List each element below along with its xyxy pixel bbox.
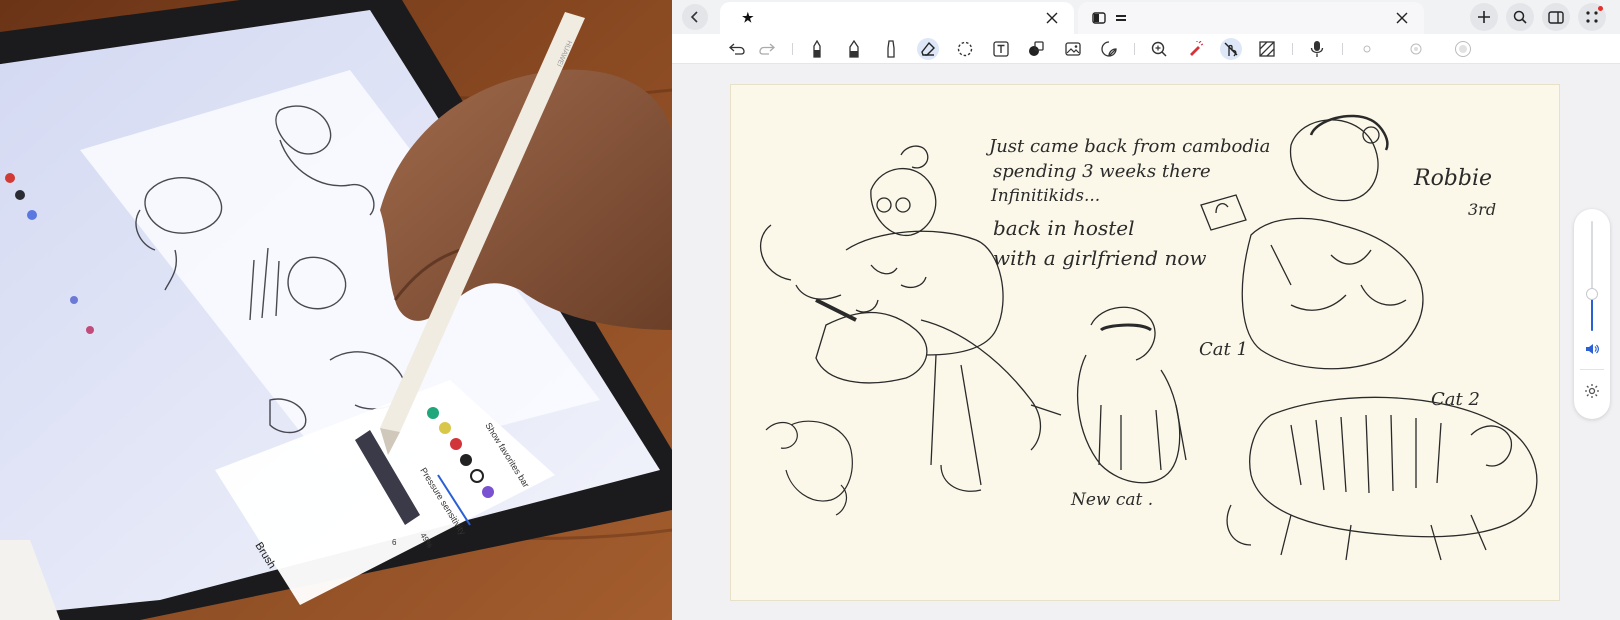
dot-medium-icon	[1410, 43, 1422, 55]
stroke-size-large[interactable]	[1452, 38, 1474, 60]
zoom-icon	[1151, 41, 1167, 57]
fountain-pen-icon	[849, 40, 859, 58]
lasso-tool[interactable]	[954, 38, 976, 60]
image-tool[interactable]	[1062, 38, 1084, 60]
chevron-left-icon	[690, 11, 698, 23]
sidebar-toggle-button[interactable]	[1542, 3, 1570, 31]
note-line-3: Infinitikids...	[990, 186, 1100, 206]
new-tab-button[interactable]	[1470, 3, 1498, 31]
microphone-icon	[1310, 41, 1324, 57]
redo-icon	[759, 43, 775, 55]
dot-small-icon	[1363, 45, 1371, 53]
image-icon	[1065, 42, 1081, 56]
more-options-button[interactable]	[1578, 3, 1606, 31]
redo-button[interactable]	[756, 38, 778, 60]
zoom-tool[interactable]	[1148, 38, 1170, 60]
back-button[interactable]	[682, 4, 708, 30]
list-lines-icon	[1116, 13, 1126, 23]
highlighter-icon	[887, 40, 895, 58]
sketch-new-cat	[765, 420, 853, 516]
sidebar-icon	[1548, 10, 1564, 24]
popup-size-value: 6	[392, 538, 397, 547]
pen-icon	[813, 40, 821, 58]
note-line-5: with a girlfriend now	[993, 246, 1207, 270]
volume-divider	[1580, 369, 1604, 370]
tablet-photo: Brush Pressure sensitivity Show favorite…	[0, 0, 672, 620]
text-box-icon	[993, 41, 1009, 57]
gear-icon	[1585, 384, 1599, 398]
finger-draw-tool[interactable]	[1220, 38, 1242, 60]
dots-grid-icon	[1586, 11, 1598, 23]
toolbar-divider	[1292, 43, 1293, 55]
plus-icon	[1478, 11, 1490, 23]
toolbar-divider	[1134, 43, 1135, 55]
tab-bar: ★	[672, 0, 1620, 34]
search-icon	[1513, 10, 1527, 24]
laser-pointer-icon	[1190, 41, 1203, 56]
sticker-tool[interactable]	[1098, 38, 1120, 60]
label-robbie-sub: 3rd	[1468, 200, 1496, 219]
note-page[interactable]: Just came back from cambodia spending 3 …	[730, 84, 1560, 601]
fountain-pen-tool[interactable]	[843, 38, 865, 60]
sticker-icon	[1101, 41, 1117, 57]
note-line-1: Just came back from cambodia	[985, 136, 1270, 157]
stroke-size-medium[interactable]	[1405, 38, 1427, 60]
stroke-size-small[interactable]	[1356, 38, 1378, 60]
highlighter-tool[interactable]	[880, 38, 902, 60]
close-icon	[1046, 12, 1058, 24]
volume-panel	[1574, 209, 1610, 419]
eraser-icon	[921, 41, 935, 56]
microphone-button[interactable]	[1306, 38, 1328, 60]
notes-app: ★ Just came back from cambodia spending …	[672, 0, 1620, 620]
finger-draw-icon	[1224, 42, 1238, 57]
canvas-area[interactable]: Just came back from cambodia spending 3 …	[672, 64, 1620, 620]
composite-image: Brush Pressure sensitivity Show favorite…	[0, 0, 1620, 620]
speaker-icon	[1586, 344, 1599, 354]
tab-close-button[interactable]	[1044, 10, 1060, 26]
drawing-toolbar	[672, 34, 1620, 64]
volume-slider-handle[interactable]	[1586, 288, 1598, 300]
close-icon	[1396, 12, 1408, 24]
eraser-tool[interactable]	[917, 38, 939, 60]
notification-dot	[1598, 6, 1603, 11]
volume-settings-button[interactable]	[1582, 381, 1602, 401]
sketch-cat-2	[1226, 396, 1538, 561]
split-screen-icon	[1092, 12, 1106, 24]
pen-tool[interactable]	[806, 38, 828, 60]
label-cat-1: Cat 1	[1199, 339, 1248, 360]
undo-button[interactable]	[726, 38, 748, 60]
shape-icon	[1029, 41, 1044, 56]
tab-favorites[interactable]: ★	[720, 2, 1074, 34]
tab-favorites-label: ★	[742, 10, 754, 25]
text-box-tool[interactable]	[990, 38, 1012, 60]
note-line-2: spending 3 weeks there	[993, 161, 1211, 182]
shape-tool[interactable]	[1025, 38, 1047, 60]
volume-button[interactable]	[1582, 339, 1602, 359]
toolbar-divider	[1342, 43, 1343, 55]
undo-icon	[729, 43, 745, 55]
label-robbie: Robbie	[1413, 166, 1492, 191]
dot-large-icon	[1455, 41, 1471, 57]
sketch-canvas: Just came back from cambodia spending 3 …	[760, 114, 1538, 561]
tab-split-view[interactable]	[1078, 2, 1424, 34]
laser-pointer-tool[interactable]	[1184, 38, 1206, 60]
label-new-cat: New cat .	[1070, 490, 1153, 510]
tab-close-button[interactable]	[1394, 10, 1410, 26]
sketch-cat-1	[1077, 306, 1187, 484]
pattern-tool[interactable]	[1256, 38, 1278, 60]
pattern-icon	[1259, 41, 1275, 57]
lasso-icon	[957, 41, 973, 57]
search-button[interactable]	[1506, 3, 1534, 31]
note-line-4: back in hostel	[993, 216, 1135, 240]
toolbar-divider	[792, 43, 793, 55]
